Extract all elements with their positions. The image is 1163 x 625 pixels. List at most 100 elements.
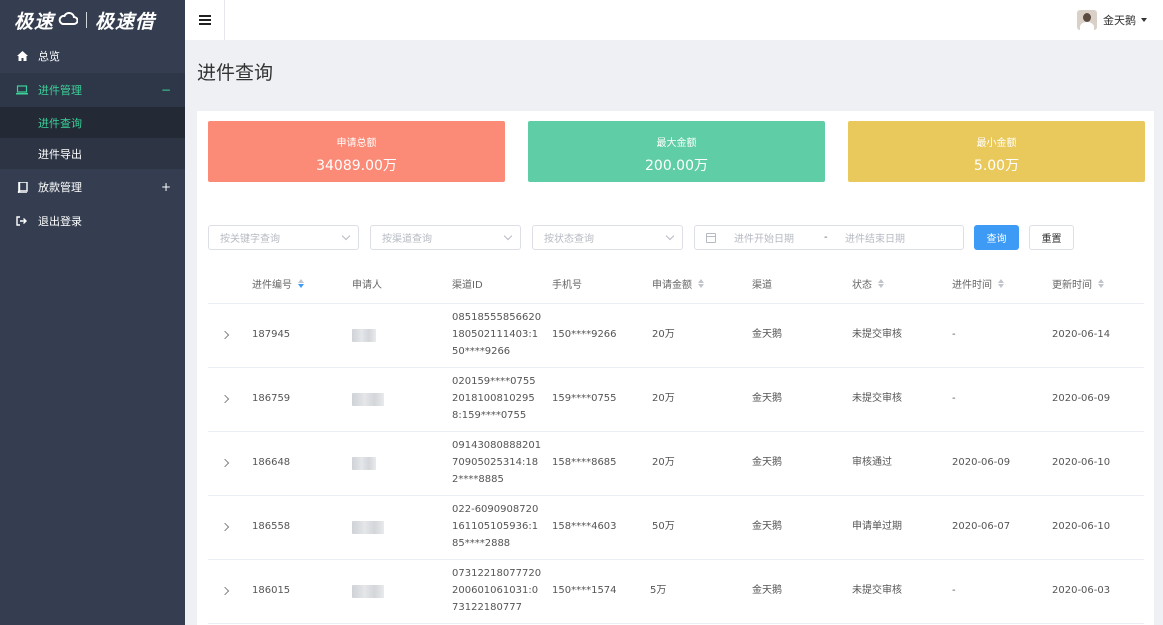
channel-select[interactable]: 按渠道查询 (370, 225, 521, 250)
sort-icon[interactable] (298, 278, 304, 288)
cell-id: 186015 (252, 585, 291, 596)
column-header-label: 更新时间 (1052, 279, 1092, 291)
collapse-icon[interactable]: − (161, 83, 171, 97)
cell-submit-time: 2020-06-07 (952, 521, 1011, 532)
cell-id: 187945 (252, 329, 291, 340)
cell-amount: 20万 (652, 329, 675, 340)
column-header-channel-id: 渠道ID (452, 271, 483, 295)
channel-id-line: 8:159****0755 (452, 410, 527, 421)
search-button[interactable]: 查询 (974, 225, 1019, 250)
cell-status: 审核通过 (852, 457, 892, 468)
sort-icon[interactable] (1098, 278, 1104, 288)
column-header-submit-time[interactable]: 进件时间 (952, 271, 1004, 295)
cell-channel: 金天鹅 (752, 329, 782, 340)
cell-channel-id: 08518555856620 180502111403:1 50****9266 (452, 309, 541, 360)
chevron-right-icon[interactable] (220, 522, 230, 532)
sidebar-item-label: 总览 (38, 50, 60, 63)
applicant-blurred (352, 393, 384, 406)
chevron-right-icon[interactable] (220, 586, 230, 596)
channel-id-line: 09143080888201 (452, 440, 542, 451)
cell-id: 186648 (252, 457, 291, 468)
date-separator: - (824, 232, 828, 243)
cell-phone: 158****8685 (552, 457, 617, 468)
home-icon (16, 50, 28, 62)
cloud-logo-icon (58, 9, 79, 31)
reset-button[interactable]: 重置 (1029, 225, 1074, 250)
sidebar-subitem-application-query[interactable]: 进件查询 (0, 107, 185, 138)
chevron-right-icon[interactable] (220, 394, 230, 404)
sidebar-item-label: 退出登录 (38, 215, 82, 228)
date-range-picker[interactable]: 进件开始日期 - 进件结束日期 (694, 225, 964, 250)
chevron-down-icon (503, 231, 513, 241)
column-header-amount[interactable]: 申请金额 (652, 271, 704, 295)
column-header-label: 进件时间 (952, 279, 992, 291)
channel-id-line: 70905025314:18 (452, 457, 539, 468)
logo-left-text: 极速 (14, 10, 55, 33)
sidebar-subitem-label: 进件导出 (38, 147, 82, 161)
cell-phone: 159****0755 (552, 393, 617, 404)
user-name: 金天鹅 (1103, 14, 1136, 27)
sort-icon[interactable] (878, 278, 884, 288)
cell-channel: 金天鹅 (752, 457, 782, 468)
table-divider (208, 495, 1144, 496)
cell-id: 186558 (252, 521, 291, 532)
table-divider (208, 303, 1144, 304)
cell-amount: 5万 (650, 585, 667, 596)
cell-channel-id: 09143080888201 70905025314:18 2****8885 (452, 437, 541, 488)
column-header-label: 进件编号 (252, 279, 292, 291)
column-header-id[interactable]: 进件编号 (252, 271, 304, 295)
avatar (1077, 10, 1097, 30)
start-date-input[interactable]: 进件开始日期 (734, 230, 824, 245)
summary-label: 申请总额 (336, 138, 377, 149)
channel-id-line: 08518555856620 (452, 312, 542, 323)
logout-icon (16, 215, 28, 227)
table-divider (208, 559, 1144, 560)
summary-value: 200.00万 (645, 158, 708, 174)
sidebar-subitem-label: 进件查询 (38, 116, 82, 130)
summary-card-max: 最大金额 200.00万 (528, 121, 825, 182)
cell-id: 186759 (252, 393, 291, 404)
sidebar-item-application-management[interactable]: 进件管理 − (0, 73, 185, 107)
applicant-blurred (352, 457, 376, 470)
app-logo[interactable]: 极速 极速借 (0, 0, 185, 40)
sidebar-item-loan-management[interactable]: 放款管理 + (0, 170, 185, 204)
sidebar-item-logout[interactable]: 退出登录 (0, 204, 185, 238)
channel-id-line: 07312218077720 (452, 568, 542, 579)
cell-submit-time: 2020-06-09 (952, 457, 1011, 468)
top-bar: 金天鹅 (185, 0, 1163, 40)
cell-phone: 150****1574 (552, 585, 617, 596)
applicant-blurred (352, 521, 384, 534)
sort-icon[interactable] (698, 278, 704, 288)
content-panel: 申请总额 34089.00万 最大金额 200.00万 最小金额 5.00万 按… (197, 111, 1154, 625)
page-title: 进件查询 (197, 62, 274, 84)
channel-id-line: 180502111403:1 (452, 329, 539, 340)
column-header-label: 状态 (852, 279, 872, 291)
user-menu[interactable]: 金天鹅 (1077, 10, 1147, 30)
channel-id-line: 161105105936:1 (452, 521, 539, 532)
cell-channel: 金天鹅 (752, 585, 782, 596)
applicant-blurred (352, 585, 384, 598)
channel-id-line: 2018100810295 (452, 393, 535, 404)
sidebar-subitem-application-export[interactable]: 进件导出 (0, 138, 185, 169)
cell-amount: 20万 (652, 393, 675, 404)
cell-update-time: 2020-06-10 (1052, 521, 1111, 532)
cell-update-time: 2020-06-14 (1052, 329, 1111, 340)
sort-icon[interactable] (998, 278, 1004, 288)
logo-right-text: 极速借 (95, 10, 156, 33)
chevron-right-icon[interactable] (220, 330, 230, 340)
end-date-input[interactable]: 进件结束日期 (845, 230, 905, 245)
expand-icon[interactable]: + (161, 180, 171, 194)
cell-status: 未提交审核 (852, 585, 902, 596)
menu-toggle-icon[interactable] (185, 0, 225, 40)
column-header-update-time[interactable]: 更新时间 (1052, 271, 1104, 295)
chevron-right-icon[interactable] (220, 458, 230, 468)
table-divider (208, 623, 1144, 624)
keyword-select[interactable]: 按关键字查询 (208, 225, 359, 250)
column-header-status[interactable]: 状态 (852, 271, 884, 295)
chevron-down-icon (341, 231, 351, 241)
summary-value: 34089.00万 (316, 158, 397, 174)
sidebar-item-overview[interactable]: 总览 (0, 39, 185, 73)
channel-id-line: 50****9266 (452, 346, 511, 357)
summary-card-min: 最小金额 5.00万 (848, 121, 1145, 182)
status-select[interactable]: 按状态查询 (532, 225, 683, 250)
